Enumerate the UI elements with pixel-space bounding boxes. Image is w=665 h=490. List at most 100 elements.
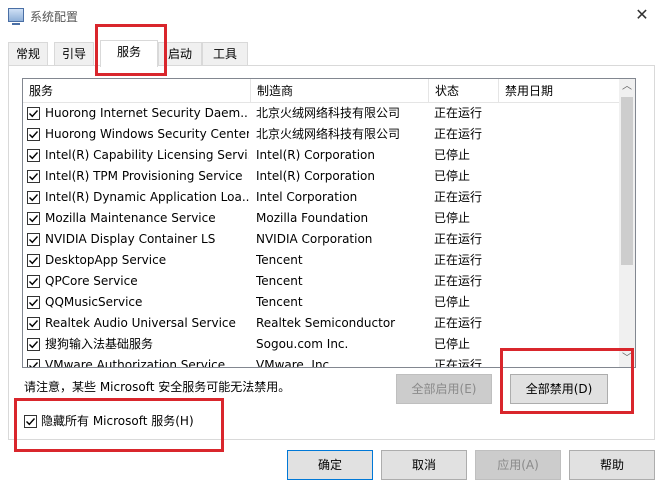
checkmark-icon: [29, 341, 39, 349]
service-row[interactable]: Realtek Audio Universal Service Realtek S…: [23, 313, 621, 334]
service-status: 正在运行: [434, 316, 483, 330]
tab-services[interactable]: 服务: [100, 40, 158, 67]
service-row[interactable]: NVIDIA Display Container LS NVIDIA Corpor…: [23, 229, 621, 250]
service-name: Huorong Windows Security Center: [45, 127, 249, 141]
service-checkbox[interactable]: [27, 107, 40, 120]
service-status: 正在运行: [434, 358, 483, 368]
service-row[interactable]: QQMusicService Tencent 已停止: [23, 292, 621, 313]
scroll-up-icon[interactable]: ︿: [619, 79, 635, 95]
service-checkbox[interactable]: [27, 191, 40, 204]
service-manufacturer: Tencent: [256, 253, 303, 267]
service-checkbox[interactable]: [27, 317, 40, 330]
checkmark-icon: [29, 236, 39, 244]
service-name: Realtek Audio Universal Service: [45, 316, 236, 330]
column-header-status[interactable]: 状态: [429, 79, 499, 103]
checkmark-icon: [29, 215, 39, 223]
service-status: 正在运行: [434, 232, 483, 246]
service-manufacturer: Sogou.com Inc.: [256, 337, 349, 351]
service-name: QPCore Service: [45, 274, 138, 288]
service-status: 正在运行: [434, 274, 483, 288]
tab-general[interactable]: 常规: [8, 42, 48, 66]
service-checkbox[interactable]: [27, 149, 40, 162]
service-status: 已停止: [434, 169, 471, 183]
service-status: 已停止: [434, 211, 471, 225]
service-status: 已停止: [434, 295, 471, 309]
checkmark-icon: [29, 278, 39, 286]
service-row[interactable]: Intel(R) Capability Licensing Servi... In…: [23, 145, 621, 166]
service-name: NVIDIA Display Container LS: [45, 232, 216, 246]
vertical-scrollbar[interactable]: ︿ ﹀: [619, 79, 635, 367]
service-manufacturer: Tencent: [256, 274, 303, 288]
apply-button[interactable]: 应用(A): [475, 450, 561, 480]
checkmark-icon: [29, 257, 39, 265]
service-name: QQMusicService: [45, 295, 143, 309]
service-status: 已停止: [434, 148, 471, 162]
service-status: 正在运行: [434, 127, 483, 141]
service-row[interactable]: QPCore Service Tencent 正在运行: [23, 271, 621, 292]
services-list[interactable]: 服务 制造商 状态 禁用日期 Huorong Internet Security…: [22, 78, 636, 368]
service-status: 已停止: [434, 337, 471, 351]
help-button[interactable]: 帮助: [569, 450, 655, 480]
service-row[interactable]: Intel(R) Dynamic Application Loa... Intel…: [23, 187, 621, 208]
service-name: Intel(R) Dynamic Application Loa...: [45, 190, 249, 204]
service-name: DesktopApp Service: [45, 253, 167, 267]
checkmark-icon: [29, 299, 39, 307]
service-status: 正在运行: [434, 190, 483, 204]
service-checkbox[interactable]: [27, 296, 40, 309]
service-checkbox[interactable]: [27, 338, 40, 351]
service-name: Intel(R) TPM Provisioning Service: [45, 169, 243, 183]
service-row[interactable]: Intel(R) TPM Provisioning Service Intel(R…: [23, 166, 621, 187]
checkmark-icon: [29, 152, 39, 160]
close-button[interactable]: ✕: [619, 0, 665, 32]
checkmark-icon: [29, 131, 39, 139]
service-name: 搜狗输入法基础服务: [45, 337, 154, 351]
service-name: Intel(R) Capability Licensing Servi...: [45, 148, 249, 162]
column-header-disabled-date[interactable]: 禁用日期: [499, 79, 621, 103]
checkmark-icon: [29, 173, 39, 181]
cancel-button[interactable]: 取消: [381, 450, 467, 480]
service-checkbox[interactable]: [27, 275, 40, 288]
checkmark-icon: [29, 362, 39, 367]
service-status: 正在运行: [434, 106, 483, 120]
service-manufacturer: Intel(R) Corporation: [256, 169, 375, 183]
column-header-service[interactable]: 服务: [23, 79, 251, 103]
service-row[interactable]: Huorong Internet Security Daem... 北京火绒网络科…: [23, 103, 621, 124]
notice-text: 请注意，某些 Microsoft 安全服务可能无法禁用。: [24, 380, 291, 394]
service-checkbox[interactable]: [27, 128, 40, 141]
checkmark-icon: [29, 110, 39, 118]
service-manufacturer: 北京火绒网络科技有限公司: [256, 127, 401, 141]
service-manufacturer: Realtek Semiconductor: [256, 316, 396, 330]
service-manufacturer: Intel(R) Corporation: [256, 148, 375, 162]
service-checkbox[interactable]: [27, 233, 40, 246]
service-row[interactable]: Mozilla Maintenance Service Mozilla Found…: [23, 208, 621, 229]
service-row[interactable]: DesktopApp Service Tencent 正在运行: [23, 250, 621, 271]
service-manufacturer: Intel Corporation: [256, 190, 358, 204]
service-name: VMware Authorization Service: [45, 358, 226, 368]
service-checkbox[interactable]: [27, 212, 40, 225]
service-status: 正在运行: [434, 253, 483, 267]
service-name: Mozilla Maintenance Service: [45, 211, 216, 225]
ok-button[interactable]: 确定: [287, 450, 373, 480]
service-manufacturer: NVIDIA Corporation: [256, 232, 373, 246]
system-config-icon: [8, 8, 24, 25]
tab-boot[interactable]: 引导: [54, 42, 94, 66]
scroll-thumb[interactable]: [621, 97, 633, 265]
service-manufacturer: Mozilla Foundation: [256, 211, 369, 225]
checkmark-icon: [29, 194, 39, 202]
service-manufacturer: Tencent: [256, 295, 303, 309]
service-name: Huorong Internet Security Daem...: [45, 106, 249, 120]
service-manufacturer: VMware, Inc.: [256, 358, 333, 368]
highlight-hide-ms: [14, 398, 224, 452]
service-checkbox[interactable]: [27, 170, 40, 183]
service-manufacturer: 北京火绒网络科技有限公司: [256, 106, 401, 120]
list-header: 服务 制造商 状态 禁用日期: [23, 79, 621, 103]
service-row[interactable]: Huorong Windows Security Center 北京火绒网络科技有…: [23, 124, 621, 145]
enable-all-button[interactable]: 全部启用(E): [396, 374, 492, 404]
highlight-disable-all: [500, 348, 634, 414]
checkmark-icon: [29, 320, 39, 328]
column-header-manufacturer[interactable]: 制造商: [251, 79, 429, 103]
service-checkbox[interactable]: [27, 254, 40, 267]
service-checkbox[interactable]: [27, 359, 40, 367]
tab-tools[interactable]: 工具: [202, 42, 248, 66]
window-title: 系统配置: [30, 10, 79, 24]
